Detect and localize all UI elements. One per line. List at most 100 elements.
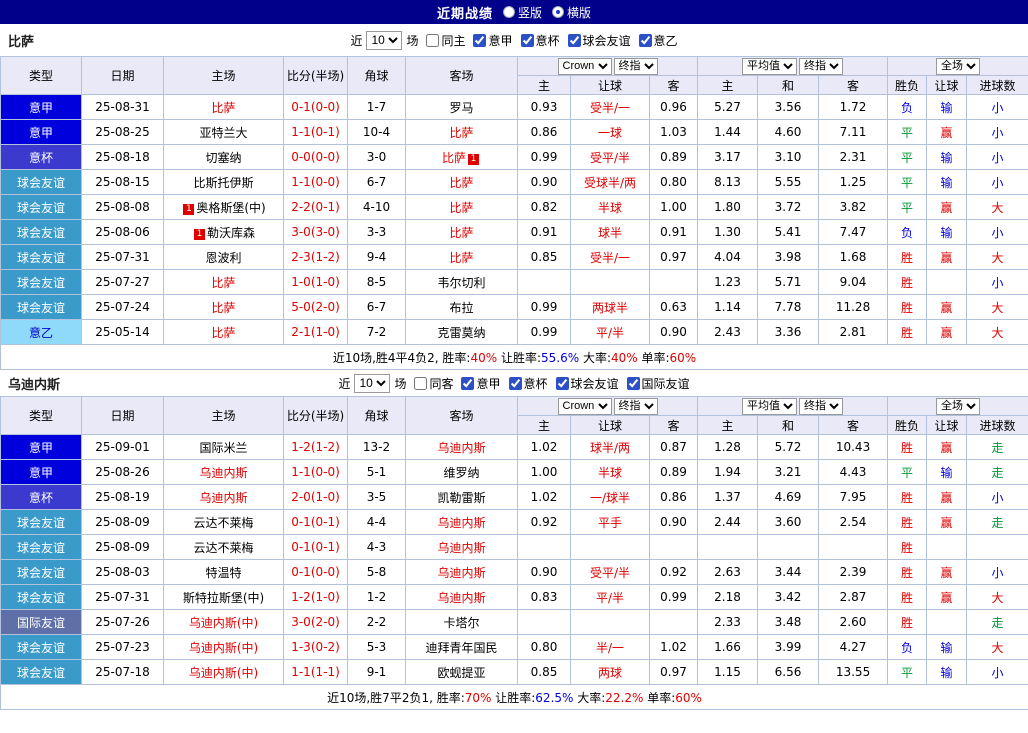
avg-away: 2.60 xyxy=(818,609,889,635)
filter-checkbox[interactable] xyxy=(555,376,569,390)
avg-stage-select[interactable]: 终指 xyxy=(799,397,844,415)
summary-text: 62.5% xyxy=(535,690,574,705)
cell-text: 胜 xyxy=(901,490,914,505)
filter-checkbox[interactable] xyxy=(473,33,487,47)
match-type: 意甲 xyxy=(0,119,82,145)
corners: 1-7 xyxy=(347,94,406,120)
filter-checkbox[interactable] xyxy=(426,33,440,47)
odds-home: 0.85 xyxy=(517,659,571,685)
filter-checkbox[interactable] xyxy=(626,376,640,390)
col-header: 客场 xyxy=(405,56,518,95)
home-team: 1 勒沃库森 xyxy=(163,219,284,245)
avg-away: 1.72 xyxy=(818,94,889,120)
score: 3-0(3-0) xyxy=(283,219,348,245)
odds-company-select[interactable]: Crown xyxy=(557,57,612,75)
cell-text: 赢 xyxy=(940,590,953,605)
cell-text: 赢 xyxy=(940,440,953,455)
result: 胜 xyxy=(887,294,928,320)
layout-option-2[interactable]: 横版 xyxy=(552,4,591,21)
summary-text: 单率: xyxy=(637,350,670,365)
match-date: 25-07-31 xyxy=(81,584,164,610)
filter-checkbox[interactable] xyxy=(520,33,534,47)
cell-text: 10.43 xyxy=(835,440,871,454)
cell-text: 7.78 xyxy=(774,300,802,314)
cell-text: 1.02 xyxy=(660,640,687,654)
match-count-select[interactable]: 10 xyxy=(354,373,391,393)
filter-option-4[interactable]: 球会友谊 xyxy=(567,32,631,49)
sub-col-header: 和 xyxy=(757,75,820,95)
odds-company-select[interactable]: Crown xyxy=(557,397,612,415)
filter-checkbox[interactable] xyxy=(414,376,428,390)
match-date: 25-05-14 xyxy=(81,319,164,345)
sub-col-header: 客 xyxy=(818,75,889,95)
avg-home: 1.28 xyxy=(697,434,759,460)
filter-option-2[interactable]: 意甲 xyxy=(473,32,513,49)
filter-option-2[interactable]: 意甲 xyxy=(461,375,501,392)
corners: 4-3 xyxy=(347,534,406,560)
layout-radio-icon[interactable] xyxy=(552,6,564,18)
corners: 4-10 xyxy=(347,194,406,220)
score: 2-1(1-0) xyxy=(283,319,348,345)
away-team: 比萨 xyxy=(405,244,518,270)
away-team: 乌迪内斯 xyxy=(405,559,518,585)
filter-bar: 比萨 近 10 场 同主 意甲 意杯 球会友谊 意乙 xyxy=(0,24,1028,56)
filter-option-4[interactable]: 球会友谊 xyxy=(555,375,619,392)
odds-home: 1.02 xyxy=(517,434,571,460)
match-type: 球会友谊 xyxy=(0,559,82,585)
filter-option-1[interactable]: 同主 xyxy=(426,32,465,49)
odds-handicap: 受半/一 xyxy=(570,244,650,270)
col-header: 日期 xyxy=(81,396,164,435)
cell-text: 0.63 xyxy=(660,300,687,314)
cell-text: 0.96 xyxy=(660,100,687,114)
match-row: 意杯 25-08-19 乌迪内斯 2-0(1-0) 3-5 凯勒雷斯 1.02 一/球半 0.8… xyxy=(0,484,1028,510)
match-count-select[interactable]: 10 xyxy=(366,30,403,50)
result-scope-select[interactable]: 全场 xyxy=(936,397,981,415)
filter-option-1[interactable]: 同客 xyxy=(414,375,453,392)
score: 1-1(1-1) xyxy=(283,659,348,685)
cell-text: 0.99 xyxy=(530,300,558,314)
cell-text: 走 xyxy=(991,465,1004,480)
corners: 5-8 xyxy=(347,559,406,585)
avg-home: 2.63 xyxy=(697,559,759,585)
cell-text: 25-07-24 xyxy=(95,300,150,314)
team-section-1: 比萨近 10 场同主 意甲 意杯 球会友谊 意乙 类型 日期 主场 比分(半场) 角球 客场 Crown 终… xyxy=(0,24,1028,370)
filter-option-5[interactable]: 意乙 xyxy=(638,32,678,49)
layout-radio-icon[interactable] xyxy=(502,6,515,18)
corners: 3-5 xyxy=(347,484,406,510)
avg-home: 5.27 xyxy=(697,94,759,120)
avg-draw: 3.42 xyxy=(757,584,820,610)
score: 2-2(0-1) xyxy=(283,194,348,220)
avg-stage-select[interactable]: 终指 xyxy=(799,57,844,75)
cell-text: 平 xyxy=(901,175,914,190)
match-row: 球会友谊 25-07-27 比萨 1-0(1-0) 8-5 韦尔切利 1.23 5.71 9.0… xyxy=(0,269,1028,295)
match-date: 25-08-31 xyxy=(81,94,164,120)
cell-text: 平/半 xyxy=(595,590,625,605)
handicap-result: 赢 xyxy=(926,434,968,460)
filter-checkbox[interactable] xyxy=(567,33,581,47)
filter-option-3[interactable]: 意杯 xyxy=(508,375,548,392)
filter-checkbox[interactable] xyxy=(461,376,475,390)
cell-text: 胜 xyxy=(901,565,914,580)
cell-text: 胜 xyxy=(901,250,914,265)
odds-stage-select[interactable]: 终指 xyxy=(613,57,658,75)
cell-text: 小 xyxy=(991,490,1004,505)
filter-checkbox-label: 同客 xyxy=(429,376,454,391)
cell-text: 国际友谊 xyxy=(16,615,65,630)
cell-text: 4.60 xyxy=(774,125,802,139)
match-date: 25-07-27 xyxy=(81,269,164,295)
cell-text: 意杯 xyxy=(28,490,53,505)
cell-text: 球会友谊 xyxy=(16,540,65,555)
goals-total: 小 xyxy=(966,144,1028,170)
team-name: 比萨 xyxy=(8,34,35,50)
filter-checkbox[interactable] xyxy=(508,376,522,390)
odds-stage-select[interactable]: 终指 xyxy=(613,397,658,415)
filter-option-3[interactable]: 意杯 xyxy=(520,32,560,49)
filter-checkbox[interactable] xyxy=(638,33,652,47)
odds-handicap: 球半/两 xyxy=(570,434,650,460)
layout-option-1[interactable]: 竖版 xyxy=(502,4,542,21)
avg-type-select[interactable]: 平均值 xyxy=(742,57,798,75)
result-scope-select[interactable]: 全场 xyxy=(936,57,981,75)
goals-total: 走 xyxy=(966,509,1028,535)
filter-option-5[interactable]: 国际友谊 xyxy=(626,375,690,392)
avg-type-select[interactable]: 平均值 xyxy=(742,397,798,415)
